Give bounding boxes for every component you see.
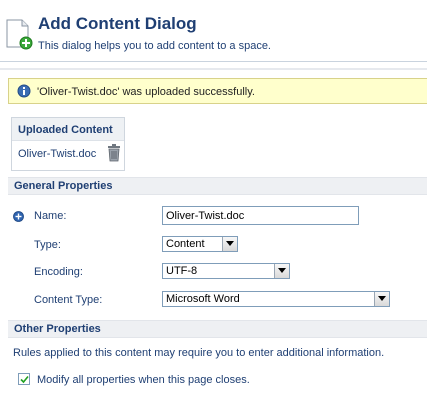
required-field-icon bbox=[13, 211, 24, 222]
name-input[interactable] bbox=[162, 206, 359, 225]
general-properties-header: General Properties bbox=[8, 177, 427, 195]
type-select[interactable]: Content bbox=[162, 236, 238, 252]
info-icon bbox=[17, 84, 31, 98]
modify-properties-label[interactable]: Modify all properties when this page clo… bbox=[37, 374, 250, 386]
header-divider bbox=[0, 68, 427, 70]
add-document-icon bbox=[5, 18, 33, 50]
upload-success-message: 'Oliver-Twist.doc' was uploaded successf… bbox=[8, 78, 427, 104]
uploaded-file-link[interactable]: Oliver-Twist.doc bbox=[18, 148, 96, 160]
dialog-header: Add Content Dialog This dialog helps you… bbox=[0, 0, 427, 62]
uploaded-content-title: Uploaded Content bbox=[18, 124, 113, 136]
trash-icon[interactable] bbox=[107, 144, 121, 162]
content-type-select[interactable]: Microsoft Word bbox=[162, 291, 390, 307]
type-select-value: Content bbox=[166, 238, 205, 250]
dialog-title: Add Content Dialog bbox=[38, 14, 197, 33]
message-text: 'Oliver-Twist.doc' was uploaded successf… bbox=[37, 86, 255, 98]
rules-notice: Rules applied to this content may requir… bbox=[13, 347, 385, 359]
chevron-down-icon[interactable] bbox=[274, 264, 289, 278]
modify-properties-checkbox[interactable] bbox=[18, 373, 30, 385]
other-properties-header: Other Properties bbox=[8, 320, 427, 338]
name-label: Name: bbox=[34, 210, 67, 222]
content-type-select-value: Microsoft Word bbox=[166, 293, 240, 305]
check-icon bbox=[20, 375, 29, 384]
uploaded-content-panel: Uploaded Content Oliver-Twist.doc bbox=[11, 117, 125, 171]
encoding-label: Encoding: bbox=[34, 266, 83, 278]
general-properties-title: General Properties bbox=[14, 180, 113, 192]
dialog-description: This dialog helps you to add content to … bbox=[38, 40, 271, 52]
chevron-down-icon[interactable] bbox=[374, 292, 389, 306]
type-label: Type: bbox=[34, 239, 61, 251]
uploaded-content-header: Uploaded Content bbox=[12, 118, 124, 141]
encoding-select-value: UTF-8 bbox=[166, 265, 198, 277]
chevron-down-icon[interactable] bbox=[222, 237, 237, 251]
content-type-label: Content Type: bbox=[34, 294, 103, 306]
encoding-select[interactable]: UTF-8 bbox=[162, 263, 290, 279]
other-properties-title: Other Properties bbox=[14, 323, 101, 335]
